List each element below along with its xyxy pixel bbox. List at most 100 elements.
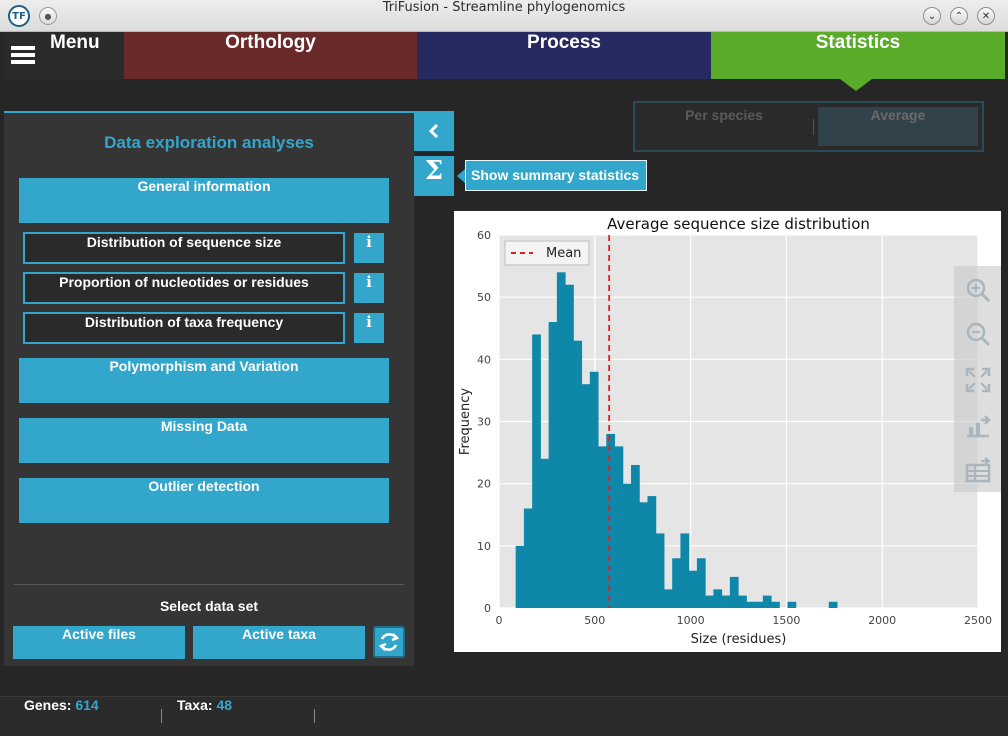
histogram-bar	[647, 496, 657, 608]
info-icon[interactable]: i	[354, 233, 384, 263]
histogram-bar	[771, 601, 780, 608]
collapse-panel-button[interactable]	[414, 111, 454, 151]
tooltip-arrow	[457, 169, 465, 183]
y-tick-label: 30	[477, 416, 491, 429]
histogram-bar	[515, 545, 525, 608]
window-title: TriFusion - Streamline phylogenomics	[382, 0, 626, 15]
hamburger-icon	[11, 46, 35, 64]
tab-process[interactable]: Process	[417, 32, 711, 79]
x-tick-label: 2000	[868, 614, 896, 627]
genes-value: 614	[75, 697, 99, 713]
y-axis-label: Frequency	[458, 388, 473, 455]
active-tab-indicator	[840, 79, 872, 91]
window-pin-icon[interactable]: ●	[39, 7, 57, 25]
view-mode-switch: Per species Average	[633, 101, 984, 152]
general-information-button[interactable]: General information	[19, 178, 389, 223]
tab-orthology[interactable]: Orthology	[124, 32, 417, 79]
dataset-label: Select data set	[159, 598, 259, 614]
histogram-bar	[787, 601, 797, 608]
divider	[14, 584, 404, 585]
taxa-label: Taxa:	[177, 697, 213, 713]
histogram-bar	[705, 595, 714, 608]
histogram-bar	[680, 533, 690, 608]
info-icon[interactable]: i	[354, 313, 384, 343]
histogram-bar	[540, 458, 550, 608]
export-table-icon[interactable]	[964, 456, 992, 484]
menu-label: Menu	[50, 32, 100, 53]
per-species-toggle[interactable]: Per species	[639, 107, 809, 146]
histogram-bar	[589, 371, 599, 608]
fit-screen-icon[interactable]	[964, 366, 992, 394]
refresh-button[interactable]	[373, 626, 405, 658]
minimize-window-button[interactable]: ⌄	[923, 7, 941, 25]
histogram-bar	[721, 595, 731, 608]
menu-button[interactable]: Menu	[4, 32, 124, 79]
histogram-bar	[696, 558, 706, 608]
plot-toolbar	[954, 266, 1001, 492]
export-figure-icon[interactable]	[964, 411, 992, 439]
sequence-size-distribution-button[interactable]: Distribution of sequence size	[23, 232, 345, 264]
zoom-out-icon[interactable]	[964, 320, 992, 348]
histogram-bar	[532, 334, 541, 608]
nucleotide-proportion-button[interactable]: Proportion of nucleotides or residues	[23, 272, 345, 304]
histogram-bar	[754, 601, 764, 608]
info-icon[interactable]: i	[354, 273, 384, 303]
summary-statistics-tooltip: Show summary statistics	[465, 160, 647, 191]
zoom-in-icon[interactable]	[964, 276, 992, 304]
polymorphism-variation-button[interactable]: Polymorphism and Variation	[19, 358, 389, 403]
histogram-bar	[598, 446, 607, 608]
histogram-bar	[631, 465, 640, 608]
genes-label: Genes:	[24, 697, 72, 713]
x-tick-label: 500	[584, 614, 605, 627]
histogram-bar	[828, 601, 838, 608]
y-tick-label: 10	[477, 540, 491, 553]
histogram-bar	[581, 384, 591, 608]
histogram-bar	[556, 272, 566, 608]
histogram-bar	[573, 340, 583, 608]
histogram-bar	[548, 322, 558, 608]
status-separator	[161, 709, 162, 723]
analyses-side-panel: Data exploration analyses General inform…	[4, 111, 414, 666]
panel-title: Data exploration analyses	[104, 133, 314, 152]
taxa-count: Taxa: 48	[177, 697, 232, 735]
active-taxa-button[interactable]: Active taxa	[193, 626, 365, 659]
histogram-bar	[614, 446, 624, 608]
histogram-bar	[663, 589, 673, 608]
outlier-detection-button[interactable]: Outlier detection	[19, 478, 389, 523]
taxa-value: 48	[216, 697, 233, 713]
taxa-frequency-distribution-button[interactable]: Distribution of taxa frequency	[23, 312, 345, 344]
status-separator	[314, 709, 315, 723]
x-tick-label: 2500	[964, 614, 992, 627]
histogram-bar	[762, 595, 772, 608]
maximize-window-button[interactable]: ⌃	[950, 7, 968, 25]
histogram-bar	[729, 576, 739, 608]
plot-area: 0 500 1000 1500 2000 2500 0 10 20 30 40 50 60 Mean Ave…	[454, 211, 1001, 652]
refresh-icon	[378, 633, 400, 651]
histogram-bar	[688, 570, 698, 608]
histogram-bar	[672, 558, 681, 608]
histogram-bar	[746, 601, 756, 608]
x-axis-label: Size (residues)	[691, 632, 787, 647]
y-tick-label: 20	[477, 478, 491, 491]
histogram-bar	[655, 533, 665, 608]
chevron-left-icon	[428, 123, 439, 139]
y-tick-label: 60	[477, 229, 491, 242]
status-bar: Genes: 614 Taxa: 48	[0, 696, 1008, 736]
x-tick-label: 0	[496, 614, 503, 627]
active-files-button[interactable]: Active files	[13, 626, 185, 659]
title-bar: TriFusion - Streamline phylogenomics TF …	[0, 0, 1008, 32]
close-window-button[interactable]: ✕	[977, 7, 995, 25]
histogram-bar	[713, 589, 723, 608]
histogram-bar	[523, 508, 533, 608]
average-toggle[interactable]: Average	[818, 107, 978, 146]
histogram-bar	[606, 433, 616, 608]
missing-data-button[interactable]: Missing Data	[19, 418, 389, 463]
histogram-chart: 0 500 1000 1500 2000 2500 0 10 20 30 40 50 60 Mean Ave…	[458, 215, 992, 647]
app-logo-icon: TF	[8, 5, 30, 27]
summary-statistics-button[interactable]: Σ	[414, 156, 454, 196]
histogram-bar	[622, 483, 632, 608]
histogram-bar	[738, 595, 747, 608]
tab-statistics[interactable]: Statistics	[711, 32, 1005, 79]
x-tick-label: 1500	[772, 614, 800, 627]
chart-title: Average sequence size distribution	[607, 215, 870, 233]
